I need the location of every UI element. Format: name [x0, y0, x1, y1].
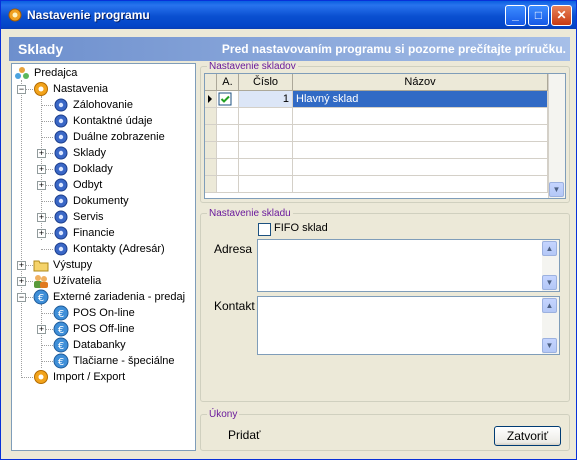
column-active[interactable]: A.	[217, 74, 239, 91]
svg-text:€: €	[58, 309, 64, 320]
tree-item-nastavenia[interactable]: Nastavenia	[33, 81, 108, 97]
scroll-down-icon[interactable]: ▼	[542, 338, 557, 353]
tree-root[interactable]: Predajca	[14, 65, 77, 81]
svg-text:€: €	[58, 357, 64, 368]
tree-item-pos-offline[interactable]: € POS Off-line	[53, 321, 135, 337]
tree-item-zalohovanie[interactable]: Zálohovanie	[53, 97, 133, 113]
euro-icon: €	[53, 353, 69, 369]
fifo-label: FIFO sklad	[274, 222, 328, 234]
expander-nastavenia[interactable]: −	[17, 85, 26, 94]
gear-orange-icon	[34, 82, 48, 96]
gear-blue-icon	[54, 130, 68, 144]
tree-item-dokumenty[interactable]: Dokumenty	[53, 193, 129, 209]
gear-blue-icon	[54, 146, 68, 160]
checkbox-checked-icon	[218, 92, 232, 106]
contact-field[interactable]: ▲ ▼	[257, 296, 560, 355]
gear-blue-icon	[54, 98, 68, 112]
gear-blue-icon	[54, 178, 68, 192]
tree-item-dualne-zobrazenie[interactable]: Duálne zobrazenie	[53, 129, 165, 145]
euro-icon: €	[33, 289, 49, 305]
expander-externe-zariadenia[interactable]: −	[17, 293, 26, 302]
manual-notice: Pred nastavovaním programu si pozorne pr…	[221, 42, 566, 56]
table-row-active-cell[interactable]	[217, 91, 239, 108]
tree-item-kontakty[interactable]: Kontakty (Adresár)	[53, 241, 165, 257]
folder-icon	[33, 260, 49, 272]
scroll-up-icon[interactable]: ▲	[542, 241, 557, 256]
fifo-checkbox[interactable]	[258, 223, 271, 236]
tree-item-financie[interactable]: Financie	[53, 225, 115, 241]
app-gear-icon	[8, 8, 22, 22]
users-icon	[34, 275, 48, 288]
address-label: Adresa	[214, 242, 253, 256]
tree-item-vystupy[interactable]: Výstupy	[33, 257, 92, 273]
tree-item-odbyt[interactable]: Odbyt	[53, 177, 102, 193]
close-dialog-button[interactable]: Zatvoriť	[494, 426, 561, 446]
tree-item-pos-online[interactable]: € POS On-line	[53, 305, 135, 321]
gear-blue-icon	[54, 194, 68, 208]
expander-sklady[interactable]: +	[37, 149, 46, 158]
svg-text:€: €	[58, 325, 64, 336]
maximize-button[interactable]: □	[528, 5, 549, 26]
warehouses-legend: Nastavenie skladov	[209, 61, 296, 72]
euro-icon: €	[53, 305, 69, 321]
actions-legend: Úkony	[209, 409, 238, 420]
gear-blue-icon	[54, 114, 68, 128]
table-row-number[interactable]: 1	[239, 91, 293, 108]
warehouse-settings-legend: Nastavenie skladu	[209, 208, 291, 219]
tree-item-externe-zariadenia[interactable]: € Externé zariadenia - predaj	[33, 289, 185, 305]
contact-label: Kontakt	[214, 299, 255, 313]
address-field[interactable]: ▲ ▼	[257, 239, 560, 292]
gear-blue-icon	[54, 210, 68, 224]
expander-odbyt[interactable]: +	[37, 181, 46, 190]
scroll-down-icon[interactable]: ▼	[549, 182, 564, 197]
tree-item-uzivatelia[interactable]: Užívatelia	[33, 273, 101, 289]
tree-item-servis[interactable]: Servis	[53, 209, 104, 225]
expander-servis[interactable]: +	[37, 213, 46, 222]
euro-icon: €	[53, 321, 69, 337]
row-pointer-icon	[208, 95, 212, 103]
add-button[interactable]: Pridať	[228, 428, 261, 442]
settings-tree[interactable]: Predajca − Nastavenia Zálohovanie Kontak…	[11, 63, 196, 451]
table-row-name[interactable]: Hlavný sklad	[293, 91, 548, 108]
svg-text:€: €	[58, 341, 64, 352]
section-header: Sklady Pred nastavovaním programu si poz…	[9, 37, 570, 61]
network-icon	[15, 67, 29, 79]
tree-item-import-export[interactable]: Import / Export	[33, 369, 125, 385]
scroll-up-icon[interactable]: ▲	[542, 298, 557, 313]
window-title: Nastavenie programu	[27, 8, 150, 22]
expander-vystupy[interactable]: +	[17, 261, 26, 270]
scroll-down-icon[interactable]: ▼	[542, 275, 557, 290]
column-number[interactable]: Číslo	[239, 74, 293, 91]
gear-blue-icon	[54, 242, 68, 256]
close-button[interactable]: ✕	[551, 5, 572, 26]
tree-item-sklady[interactable]: Sklady	[53, 145, 106, 161]
settings-window: Nastavenie programu _ □ ✕ Sklady Pred na…	[0, 0, 577, 460]
title-bar[interactable]: Nastavenie programu _ □ ✕	[1, 1, 576, 29]
expander-uzivatelia[interactable]: +	[17, 277, 26, 286]
euro-icon: €	[53, 337, 69, 353]
gear-orange-icon	[34, 370, 48, 384]
expander-pos-offline[interactable]: +	[37, 325, 46, 334]
tree-item-kontaktne-udaje[interactable]: Kontaktné údaje	[53, 113, 153, 129]
tree-item-databanky[interactable]: € Databanky	[53, 337, 126, 353]
gear-blue-icon	[54, 162, 68, 176]
gear-blue-icon	[54, 226, 68, 240]
expander-financie[interactable]: +	[37, 229, 46, 238]
warehouses-grid[interactable]: A. Číslo Názov 1 Hlavný sklad ▼	[204, 73, 566, 199]
tree-item-tlaciarne[interactable]: € Tlačiarne - špeciálne	[53, 353, 175, 369]
grid-scrollbar[interactable]: ▼	[548, 74, 565, 198]
svg-text:€: €	[38, 293, 44, 304]
expander-doklady[interactable]: +	[37, 165, 46, 174]
row-indicator[interactable]	[205, 91, 217, 108]
tree-item-doklady[interactable]: Doklady	[53, 161, 113, 177]
minimize-button[interactable]: _	[505, 5, 526, 26]
section-title: Sklady	[18, 41, 64, 57]
tree-root-label: Predajca	[34, 67, 78, 79]
column-name[interactable]: Názov	[293, 74, 548, 91]
grid-indicator-header	[205, 74, 217, 91]
